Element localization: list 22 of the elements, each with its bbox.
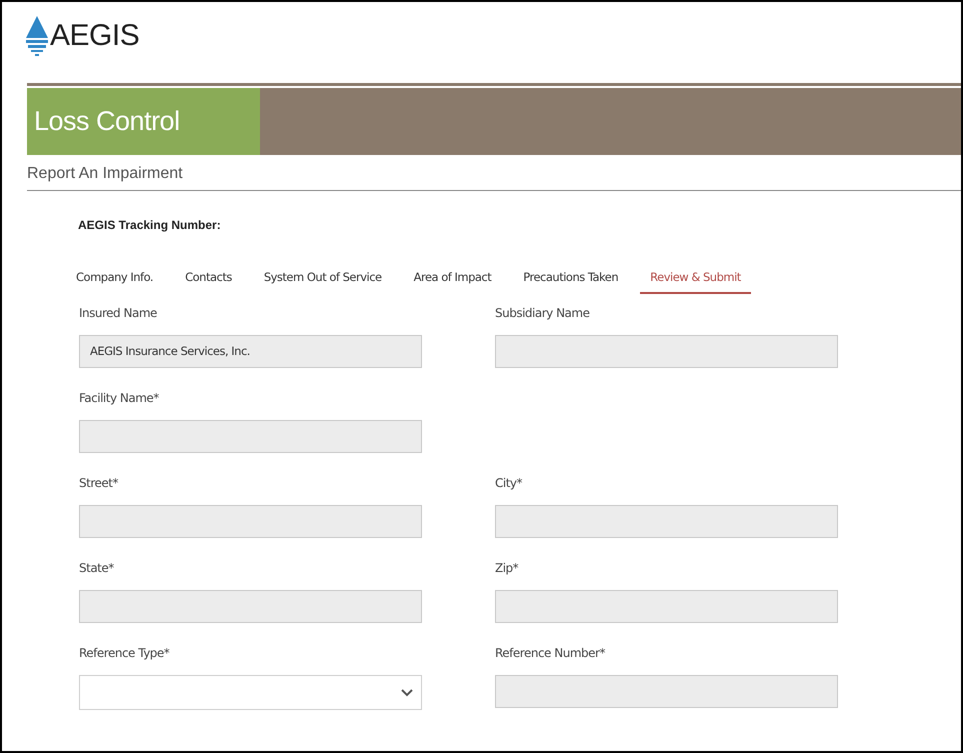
chevron-down-icon — [401, 688, 413, 697]
tab[interactable]: System Out of Service — [254, 269, 392, 294]
tab[interactable]: Precautions Taken — [513, 269, 628, 294]
field-label: Insured Name — [79, 305, 158, 322]
field-label: Subsidiary Name — [495, 305, 590, 322]
logo-text: AEGIS — [50, 18, 140, 54]
field-label: Reference Number* — [495, 645, 606, 662]
tracking-number-label: AEGIS Tracking Number: — [78, 218, 221, 232]
field-label: Zip* — [495, 560, 520, 576]
field-label: Street* — [79, 475, 119, 492]
page-title: Report An Impairment — [27, 164, 183, 184]
tab[interactable]: Contacts — [175, 269, 242, 294]
tab[interactable]: Review & Submit — [640, 269, 751, 294]
tab[interactable]: Area of Impact — [404, 269, 502, 294]
field-label: Reference Type* — [79, 645, 170, 662]
logo-icon — [26, 16, 48, 56]
banner-title-panel: Loss Control — [27, 88, 260, 155]
field-label: State* — [79, 560, 115, 576]
tab[interactable]: Company Info. — [66, 269, 164, 294]
select-field[interactable] — [79, 675, 422, 710]
field-label: Facility Name* — [79, 390, 160, 406]
field-label: City* — [495, 475, 524, 492]
